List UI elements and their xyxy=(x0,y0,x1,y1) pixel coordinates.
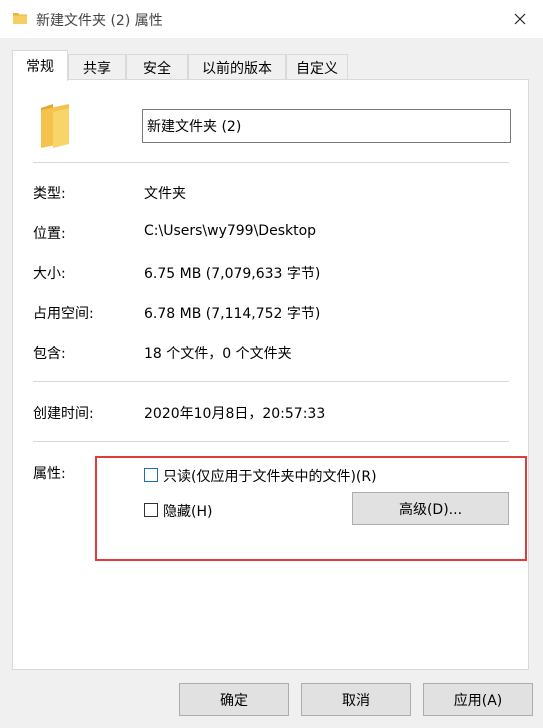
contains-value: 18 个文件，0 个文件夹 xyxy=(144,346,292,362)
readonly-checkbox[interactable] xyxy=(144,468,158,482)
close-icon xyxy=(514,13,526,25)
tab-customize[interactable]: 自定义 xyxy=(286,54,348,80)
contains-label: 包含: xyxy=(33,346,66,362)
location-value: C:\Users\wy799\Desktop xyxy=(144,223,317,239)
hidden-label[interactable]: 隐藏(H) xyxy=(163,501,212,521)
readonly-label[interactable]: 只读(仅应用于文件夹中的文件)(R) xyxy=(163,466,377,486)
cancel-button[interactable]: 取消 xyxy=(301,683,411,716)
ok-button[interactable]: 确定 xyxy=(179,683,289,716)
folder-name-input[interactable] xyxy=(142,109,511,143)
advanced-button[interactable]: 高级(D)... xyxy=(352,492,509,525)
title-bar: 新建文件夹 (2) 属性 xyxy=(0,0,543,38)
hidden-checkbox[interactable] xyxy=(144,503,158,517)
size-value: 6.75 MB (7,079,633 字节) xyxy=(144,266,321,282)
created-value: 2020年10月8日，20:57:33 xyxy=(144,406,326,422)
separator xyxy=(33,381,509,382)
tab-general[interactable]: 常规 xyxy=(12,50,68,81)
folder-icon xyxy=(13,13,27,24)
separator xyxy=(33,162,509,163)
size-label: 大小: xyxy=(33,266,66,282)
location-label: 位置: xyxy=(33,226,66,242)
separator xyxy=(33,441,509,442)
attributes-label: 属性: xyxy=(33,466,66,482)
tab-sharing[interactable]: 共享 xyxy=(68,54,126,80)
close-button[interactable] xyxy=(497,0,543,38)
general-panel: 类型: 文件夹 位置: C:\Users\wy799\Desktop 大小: 6… xyxy=(12,79,529,670)
created-label: 创建时间: xyxy=(33,406,94,422)
tab-security[interactable]: 安全 xyxy=(126,54,188,80)
size-on-disk-label: 占用空间: xyxy=(33,306,94,322)
tab-previous-versions[interactable]: 以前的版本 xyxy=(188,54,286,80)
type-label: 类型: xyxy=(33,186,66,202)
folder-large-icon xyxy=(41,104,69,148)
window-title: 新建文件夹 (2) 属性 xyxy=(36,13,163,29)
size-on-disk-value: 6.78 MB (7,114,752 字节) xyxy=(144,306,321,322)
type-value: 文件夹 xyxy=(144,186,186,202)
apply-button[interactable]: 应用(A) xyxy=(423,683,533,716)
